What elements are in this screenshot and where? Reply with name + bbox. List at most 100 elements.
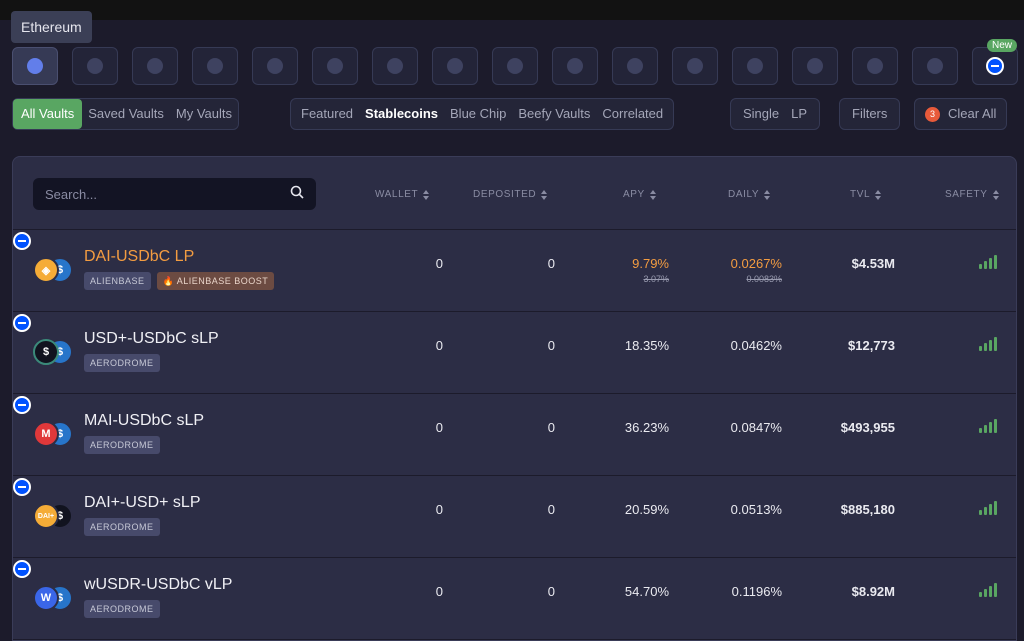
daily-value: 0.0462% <box>730 338 782 353</box>
chain-16[interactable] <box>912 47 958 85</box>
col-daily[interactable]: DAILY <box>728 189 771 200</box>
sort-icon <box>764 189 771 200</box>
chain-icon-16 <box>927 58 943 74</box>
vault-name: wUSDR-USDbC vLP <box>84 576 233 593</box>
tvl-value: $885,180 <box>840 502 895 517</box>
token-pair-icon: $ $ <box>33 339 73 367</box>
chain-11[interactable] <box>612 47 658 85</box>
search-input[interactable] <box>45 186 290 202</box>
clear-all-button[interactable]: 3 Clear All <box>914 98 1008 130</box>
chain-icon-12 <box>687 58 703 74</box>
chain-icon-11 <box>627 58 643 74</box>
platform-tag: AERODROME <box>84 354 160 372</box>
daily-value: 0.0847% <box>730 420 782 435</box>
chain-icon-2 <box>87 58 103 74</box>
col-tvl[interactable]: TVL <box>850 189 882 200</box>
type-lp[interactable]: LP <box>785 101 813 127</box>
type-single[interactable]: Single <box>737 101 785 127</box>
chain-5[interactable] <box>252 47 298 85</box>
tvl-value: $4.53M <box>851 256 895 271</box>
chain-base[interactable]: New <box>972 39 1018 85</box>
category-correlated[interactable]: Correlated <box>596 101 669 127</box>
category-beefy-vaults[interactable]: Beefy Vaults <box>512 101 596 127</box>
deposited-value: 0 <box>547 338 555 353</box>
daily-value: 0.1196% <box>731 584 782 599</box>
col-tvl-label: TVL <box>850 189 871 200</box>
chain-icon-6 <box>327 58 343 74</box>
vault-row[interactable]: M $ MAI-USDbC sLP AERODROME 0 0 36.23% 0… <box>13 394 1016 476</box>
tvl-value: $8.92M <box>851 584 895 599</box>
wallet-value: 0 <box>435 420 443 435</box>
chain-13[interactable] <box>732 47 778 85</box>
col-daily-label: DAILY <box>728 189 760 200</box>
chain-selector: New <box>12 39 1018 85</box>
clear-all-label: Clear All <box>948 106 997 121</box>
apy-value: 9.79% <box>632 256 669 271</box>
chain-14[interactable] <box>792 47 838 85</box>
sort-icon <box>992 189 999 200</box>
tab-my-vaults[interactable]: My Vaults <box>170 101 238 127</box>
col-deposited[interactable]: DEPOSITED <box>473 189 548 200</box>
search-box <box>33 178 316 210</box>
chain-6[interactable] <box>312 47 358 85</box>
vault-name: USD+-USDbC sLP <box>84 330 219 347</box>
wallet-value: 0 <box>435 502 443 517</box>
sort-icon <box>423 189 430 200</box>
dai-token-icon: ◈ <box>33 257 59 283</box>
chain-ethereum[interactable] <box>12 47 58 85</box>
safety-score-icon <box>979 501 997 515</box>
search-icon[interactable] <box>290 185 304 204</box>
daily-value: 0.0513% <box>730 502 782 517</box>
sort-icon <box>541 189 548 200</box>
tab-all-vaults[interactable]: All Vaults <box>13 99 83 129</box>
col-apy-label: APY <box>623 189 645 200</box>
token-pair-icon: M $ <box>33 421 73 449</box>
col-wallet[interactable]: WALLET <box>375 189 430 200</box>
new-badge: New <box>986 39 1017 52</box>
chain-icon-5 <box>267 58 283 74</box>
filters-button[interactable]: Filters <box>839 98 901 130</box>
chain-12[interactable] <box>672 47 718 85</box>
category-blue-chip[interactable]: Blue Chip <box>444 101 512 127</box>
deposited-value: 0 <box>547 420 555 435</box>
col-apy[interactable]: APY <box>623 189 656 200</box>
apy-value: 20.59% <box>624 502 669 517</box>
category-featured[interactable]: Featured <box>295 101 359 127</box>
chain-7[interactable] <box>372 47 418 85</box>
col-safety-label: SAFETY <box>945 189 988 200</box>
chain-icon-15 <box>867 58 883 74</box>
platform-tag: AERODROME <box>84 600 160 618</box>
vault-row[interactable]: $ $ USD+-USDbC sLP AERODROME 0 0 18.35% … <box>13 312 1016 394</box>
safety-score-icon <box>979 255 997 269</box>
category-filter: Featured Stablecoins Blue Chip Beefy Vau… <box>290 98 675 130</box>
apy-value: 54.70% <box>624 584 669 599</box>
sort-icon <box>875 189 882 200</box>
platform-tag: ALIENBASE <box>84 272 151 290</box>
vault-name: DAI+-USD+ sLP <box>84 494 201 511</box>
chain-9[interactable] <box>492 47 538 85</box>
category-stablecoins[interactable]: Stablecoins <box>359 101 444 127</box>
vault-row[interactable]: W $ wUSDR-USDbC vLP AERODROME 0 0 54.70%… <box>13 558 1016 640</box>
vault-row[interactable]: ◈ $ DAI-USDbC LP ALIENBASE 🔥 ALIENBASE B… <box>13 230 1016 312</box>
chain-3[interactable] <box>132 47 178 85</box>
tab-saved-vaults[interactable]: Saved Vaults <box>82 101 170 127</box>
tvl-value: $493,955 <box>840 420 895 435</box>
top-strip <box>0 0 1024 20</box>
chain-2[interactable] <box>72 47 118 85</box>
active-filter-count: 3 <box>925 106 940 122</box>
chain-15[interactable] <box>852 47 898 85</box>
chain-8[interactable] <box>432 47 478 85</box>
vault-row[interactable]: DAI+ $ DAI+-USD+ sLP AERODROME 0 0 20.59… <box>13 476 1016 558</box>
wusdr-token-icon: W <box>33 585 59 611</box>
col-safety[interactable]: SAFETY <box>945 189 999 200</box>
chain-icon-8 <box>447 58 463 74</box>
base-chain-icon <box>13 314 31 332</box>
daily-old-value: 0.0083% <box>746 274 782 284</box>
platform-tag: AERODROME <box>84 436 160 454</box>
type-filter: Single LP <box>730 98 821 130</box>
chain-10[interactable] <box>552 47 598 85</box>
deposited-value: 0 <box>547 584 555 599</box>
usdplus-token-icon: $ <box>33 339 59 365</box>
platform-tag: AERODROME <box>84 518 160 536</box>
chain-4[interactable] <box>192 47 238 85</box>
